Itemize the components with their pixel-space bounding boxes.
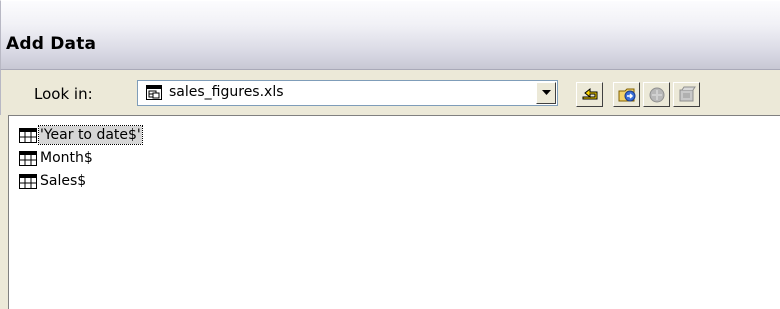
table-icon <box>19 173 37 189</box>
catalog-button[interactable] <box>673 82 700 107</box>
look-in-value: sales_figures.xls <box>169 84 284 100</box>
list-item[interactable]: Sales$ <box>19 171 87 191</box>
table-icon <box>19 127 37 143</box>
spreadsheet-file-icon <box>146 85 162 100</box>
chevron-down-icon <box>542 90 551 95</box>
look-in-label: Look in: <box>34 85 93 103</box>
list-item-label: 'Year to date$' <box>38 125 143 145</box>
list-item[interactable]: 'Year to date$' <box>19 125 143 145</box>
up-one-level-button[interactable] <box>576 82 603 107</box>
add-data-dialog: Add Data Look in: sales_figures.xls 'Yea… <box>0 0 780 309</box>
table-list: 'Year to date$' Month$ Sales$ <box>8 115 780 309</box>
look-in-dropdown[interactable]: sales_figures.xls <box>137 80 558 106</box>
list-item[interactable]: Month$ <box>19 148 94 168</box>
disconnect-button[interactable] <box>643 82 670 107</box>
title-bar[interactable]: Add Data <box>0 0 780 70</box>
table-icon <box>19 150 37 166</box>
connect-to-folder-button[interactable] <box>613 82 640 107</box>
dialog-title: Add Data <box>6 34 97 54</box>
list-item-label: Month$ <box>40 150 93 166</box>
dropdown-arrow-button[interactable] <box>536 82 556 104</box>
look-in-toolbar: Look in: sales_figures.xls <box>0 70 780 115</box>
list-item-label: Sales$ <box>40 173 87 189</box>
